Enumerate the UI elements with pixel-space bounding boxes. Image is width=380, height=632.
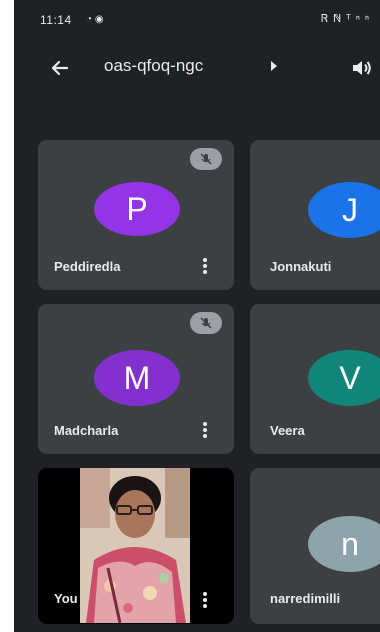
avatar: V (308, 350, 380, 406)
participant-tile-peddiredla[interactable]: P Peddiredla (38, 140, 234, 290)
avatar: J (308, 182, 380, 238)
status-time: 11:14 (40, 13, 72, 27)
participant-tile-jonnakuti[interactable]: J Jonnakuti (250, 140, 380, 290)
speaker-icon (353, 61, 371, 75)
muted-badge (190, 312, 222, 334)
participant-name: Madcharla (54, 423, 119, 438)
avatar-initial: P (126, 190, 148, 227)
back-button[interactable] (46, 54, 74, 82)
participant-tile-veera[interactable]: V Veera (250, 304, 380, 454)
participant-name: Veera (270, 423, 305, 438)
avatar-initial: V (339, 359, 361, 396)
avatar-initial: J (342, 191, 358, 228)
avatar: M (94, 350, 180, 406)
participant-name: You (54, 591, 78, 606)
participant-tile-narredimilli[interactable]: n narredimilli (250, 468, 380, 624)
audio-output-button[interactable] (348, 54, 376, 82)
more-vert-icon (203, 258, 207, 274)
mic-off-icon (200, 153, 212, 165)
participant-name: Peddiredla (54, 259, 121, 274)
participant-tile-you[interactable]: You (38, 468, 234, 624)
muted-badge (190, 148, 222, 170)
camera-preview-image (80, 468, 190, 623)
meeting-code[interactable]: oas-qfoq-ngc (104, 56, 203, 76)
more-options-button[interactable] (196, 420, 214, 440)
more-options-button[interactable] (196, 256, 214, 276)
arrow-back-icon (51, 60, 69, 76)
chevron-right-icon[interactable] (270, 61, 278, 71)
avatar-initial: n (341, 525, 359, 562)
status-bar: 11:14 ◔ ◉ Ꮢ ℕ ᵀ ⁿ ⁿ (14, 0, 380, 36)
more-vert-icon (203, 422, 207, 438)
app-bar: oas-qfoq-ngc (14, 42, 380, 94)
notification-icons: ◔ ◉ (86, 14, 104, 25)
avatar: P (94, 182, 180, 236)
mic-off-icon (200, 317, 212, 329)
participant-name: narredimilli (270, 591, 341, 606)
avatar-initial: M (123, 359, 151, 396)
more-options-button[interactable] (196, 590, 214, 610)
avatar: n (308, 516, 380, 572)
meet-screen: 11:14 ◔ ◉ Ꮢ ℕ ᵀ ⁿ ⁿ oas-qfoq-ngc P Peddi… (14, 0, 380, 632)
self-video-feed (80, 468, 190, 623)
signal-battery-icons: Ꮢ ℕ ᵀ ⁿ ⁿ (320, 13, 370, 25)
more-vert-icon (203, 592, 207, 608)
participant-tile-madcharla[interactable]: M Madcharla (38, 304, 234, 454)
participant-name: Jonnakuti (270, 259, 332, 274)
